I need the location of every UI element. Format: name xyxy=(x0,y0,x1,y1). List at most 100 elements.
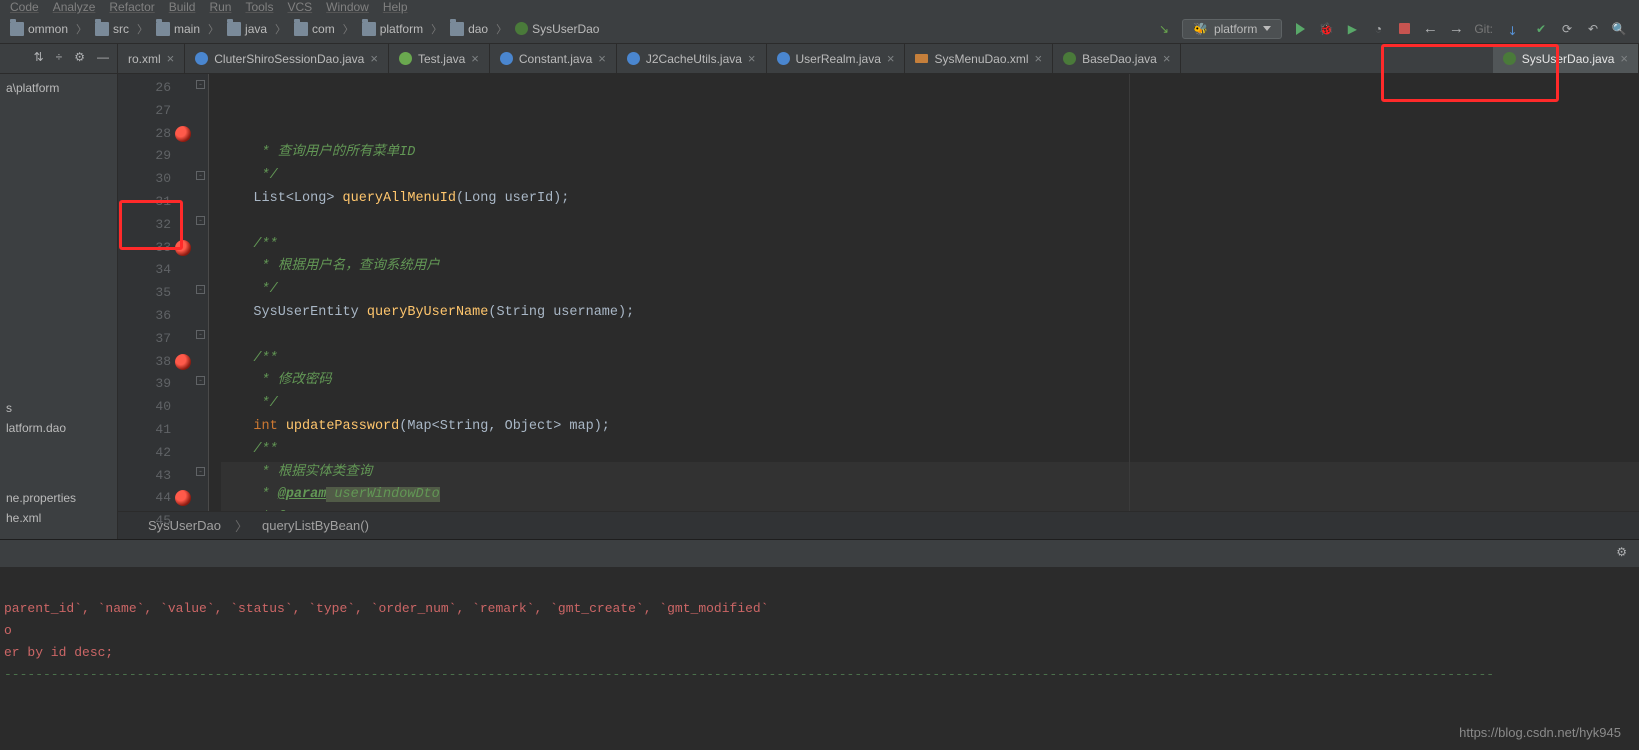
editor-body: 2627282930313233343536373839404142434445… xyxy=(118,74,1639,511)
stop-button[interactable] xyxy=(1396,21,1412,37)
breadcrumb-seg[interactable]: src xyxy=(91,22,133,36)
structure-breadcrumb: SysUserDao 〉 queryListByBean() xyxy=(118,511,1639,539)
folder-icon xyxy=(156,22,170,36)
file-tab[interactable]: Constant.java× xyxy=(490,44,617,73)
close-icon[interactable]: × xyxy=(471,51,479,66)
fold-column[interactable]: - - - - - - - xyxy=(193,74,209,511)
hammer-icon[interactable]: ↘ xyxy=(1156,21,1172,37)
class-icon xyxy=(195,52,208,65)
tree-node[interactable]: s xyxy=(0,398,117,418)
git-history-button[interactable]: ⟳ xyxy=(1559,21,1575,37)
gutter[interactable]: 2627282930313233343536373839404142434445 xyxy=(118,74,193,511)
folder-icon xyxy=(95,22,109,36)
debug-button[interactable]: 🐞 xyxy=(1318,21,1334,37)
xml-icon xyxy=(915,54,928,63)
close-icon[interactable]: × xyxy=(1163,51,1171,66)
file-tab[interactable]: CluterShiroSessionDao.java× xyxy=(185,44,389,73)
class-icon xyxy=(777,52,790,65)
folder-icon xyxy=(362,22,376,36)
run-config-selector[interactable]: 🐝 platform xyxy=(1182,19,1282,39)
menu-vcs[interactable]: VCS xyxy=(287,0,312,14)
bc-method[interactable]: queryListByBean() xyxy=(262,518,369,533)
file-tab[interactable]: SysMenuDao.xml× xyxy=(905,44,1053,73)
close-icon[interactable]: × xyxy=(748,51,756,66)
git-commit-button[interactable]: ✔ xyxy=(1533,21,1549,37)
file-tab[interactable]: UserRealm.java× xyxy=(767,44,906,73)
coverage-button[interactable]: ▶ xyxy=(1344,21,1360,37)
nav-fwd-button[interactable]: → xyxy=(1448,21,1464,37)
menu-help[interactable]: Help xyxy=(383,0,408,14)
close-icon[interactable]: × xyxy=(598,51,606,66)
menu-code[interactable]: Code xyxy=(10,0,39,14)
project-toolwindow[interactable]: ⇅ ÷ ⚙ — a\platform s latform.dao ne.prop… xyxy=(0,44,118,539)
tree-node[interactable]: ne.properties xyxy=(0,488,117,508)
nav-back-button[interactable]: ← xyxy=(1422,21,1438,37)
menu-refactor[interactable]: Refactor xyxy=(109,0,154,14)
bottom-panel: ⚙ parent_id`, `name`, `value`, `status`,… xyxy=(0,539,1639,719)
menu-window[interactable]: Window xyxy=(326,0,369,14)
console-line: parent_id`, `name`, `value`, `status`, `… xyxy=(4,598,1635,620)
breadcrumb-seg[interactable]: SysUserDao xyxy=(511,22,603,36)
gear-icon[interactable]: ⚙ xyxy=(1604,540,1639,567)
menu-tools[interactable]: Tools xyxy=(245,0,273,14)
navigation-bar: ommon〉 src〉 main〉 java〉 com〉 platform〉 d… xyxy=(0,14,1639,44)
editor-tabs: ro.xml× CluterShiroSessionDao.java× Test… xyxy=(118,44,1639,74)
breadcrumb-seg[interactable]: platform xyxy=(358,22,427,36)
project-tree[interactable]: a\platform s latform.dao ne.properties h… xyxy=(0,74,117,532)
flatten-icon[interactable]: ⇅ xyxy=(34,50,44,67)
close-icon[interactable]: × xyxy=(370,51,378,66)
console-output[interactable]: parent_id`, `name`, `value`, `status`, `… xyxy=(0,568,1639,694)
filter-icon[interactable]: ÷ xyxy=(56,50,63,67)
watermark: https://blog.csdn.net/hyk945 xyxy=(1459,725,1621,740)
search-everywhere-button[interactable]: 🔍 xyxy=(1611,21,1627,37)
toolbar-right: ↘ 🐝 platform 🐞 ▶ ◔ ← → Git: ↙ ✔ ⟳ ↶ 🔍 xyxy=(1156,19,1627,39)
bottom-panel-header[interactable]: ⚙ xyxy=(0,540,1639,568)
breadcrumb-seg[interactable]: com xyxy=(290,22,339,36)
git-revert-button[interactable]: ↶ xyxy=(1585,21,1601,37)
file-tab[interactable]: Test.java× xyxy=(389,44,490,73)
folder-icon xyxy=(450,22,464,36)
menu-analyze[interactable]: Analyze xyxy=(53,0,96,14)
console-line: o xyxy=(4,620,1635,642)
console-line: er by id desc; xyxy=(4,642,1635,664)
class-icon xyxy=(500,52,513,65)
editor: ro.xml× CluterShiroSessionDao.java× Test… xyxy=(118,44,1639,539)
close-icon[interactable]: × xyxy=(887,51,895,66)
tree-node[interactable]: latform.dao xyxy=(0,418,117,438)
breadcrumb-seg[interactable]: main xyxy=(152,22,204,36)
file-tab[interactable]: J2CacheUtils.java× xyxy=(617,44,767,73)
git-update-button[interactable]: ↙ xyxy=(1504,17,1527,40)
menu-build[interactable]: Build xyxy=(169,0,196,14)
main-menu-bar: Code Analyze Refactor Build Run Tools VC… xyxy=(0,0,1639,14)
interface-icon xyxy=(1503,52,1516,65)
code-area[interactable]: * 查询用户的所有菜单ID */ List<Long> queryAllMenu… xyxy=(209,74,1639,511)
file-tab-active[interactable]: SysUserDao.java× xyxy=(1493,44,1639,73)
interface-icon xyxy=(1063,52,1076,65)
file-tab[interactable]: ro.xml× xyxy=(118,44,185,73)
interface-icon xyxy=(515,22,528,35)
close-icon[interactable]: × xyxy=(1035,51,1043,66)
bee-icon: 🐝 xyxy=(1193,22,1208,36)
breadcrumb-seg[interactable]: ommon xyxy=(6,22,72,36)
folder-icon xyxy=(10,22,24,36)
file-tab[interactable]: BaseDao.java× xyxy=(1053,44,1181,73)
collapse-icon[interactable]: — xyxy=(97,50,109,67)
console-sep: ----------------------------------------… xyxy=(4,664,1635,686)
menu-run[interactable]: Run xyxy=(209,0,231,14)
folder-icon xyxy=(227,22,241,36)
close-icon[interactable]: × xyxy=(167,51,175,66)
main-area: ⇅ ÷ ⚙ — a\platform s latform.dao ne.prop… xyxy=(0,44,1639,539)
tree-node[interactable]: a\platform xyxy=(0,78,117,98)
breadcrumb-seg[interactable]: java xyxy=(223,22,271,36)
class-icon xyxy=(399,52,412,65)
run-button[interactable] xyxy=(1292,21,1308,37)
gear-icon[interactable]: ⚙ xyxy=(74,50,85,67)
breadcrumb-seg[interactable]: dao xyxy=(446,22,492,36)
git-label: Git: xyxy=(1474,22,1493,36)
chevron-down-icon xyxy=(1263,26,1271,31)
tree-node[interactable]: he.xml xyxy=(0,508,117,528)
profile-button[interactable]: ◔ xyxy=(1370,21,1386,37)
close-icon[interactable]: × xyxy=(1620,51,1628,66)
folder-icon xyxy=(294,22,308,36)
class-icon xyxy=(627,52,640,65)
